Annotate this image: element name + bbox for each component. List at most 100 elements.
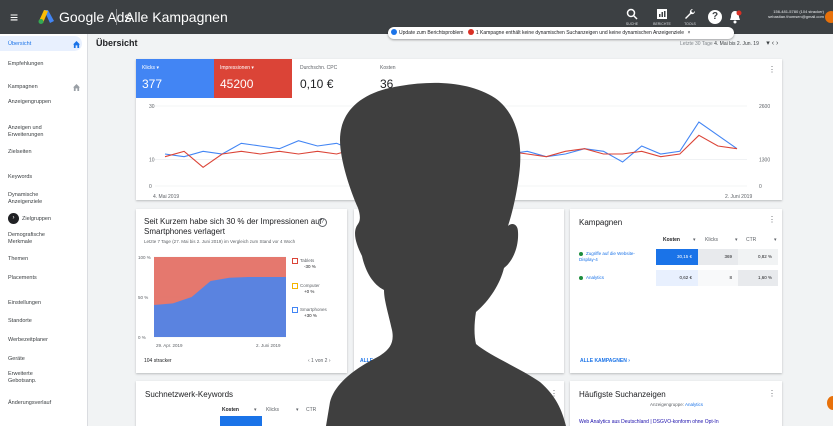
sidebar-item-topics[interactable]: Themen xyxy=(8,256,84,263)
metric-cost[interactable]: Kosten 36 xyxy=(374,59,452,98)
date-range-year: 19 xyxy=(753,41,759,47)
sidebar-item-label: Kampagnen xyxy=(8,84,38,90)
legend-label: Smartphones xyxy=(300,307,327,313)
metric-label: Klicks ▾ xyxy=(142,65,159,71)
card-subtitle: Letzte 7 Tage (27. Mai bis 2. Juni 2019)… xyxy=(144,239,296,244)
y-tick-right: 0 xyxy=(759,184,762,190)
home-icon xyxy=(73,84,80,91)
sidebar-item-placements[interactable]: Placements xyxy=(8,275,84,282)
sidebar-item-overview[interactable]: Übersicht xyxy=(8,41,84,48)
sidebar-item-dynamic-ad-targets[interactable]: Dynamische Anzeigenziele xyxy=(8,192,63,205)
legend-computer: Computer +0 % xyxy=(292,283,320,295)
more-options-icon[interactable]: ⋮ xyxy=(768,389,776,398)
sidebar-item-label: Geräte xyxy=(8,356,25,362)
column-clicks[interactable]: Klicks xyxy=(266,407,279,413)
legend-swatch xyxy=(292,307,298,313)
sort-icon[interactable]: ▾ xyxy=(735,237,738,243)
avatar[interactable] xyxy=(825,11,833,23)
sidebar-item-landing-pages[interactable]: Zielseiten xyxy=(8,149,84,156)
google-ads-logo-icon[interactable] xyxy=(38,10,54,24)
sort-icon[interactable]: ▾ xyxy=(254,407,257,413)
notification-campaign-warning[interactable]: 1 Kampagne enthält keine dynamischen Suc… xyxy=(476,30,684,36)
clicks-cell: 8 xyxy=(698,270,738,286)
sidebar-item-ads-extensions[interactable]: Anzeigen und Erweiterungen xyxy=(8,125,63,138)
more-options-icon[interactable]: ⋮ xyxy=(768,65,776,74)
campaign-link[interactable]: Analytics xyxy=(579,275,649,281)
more-options-icon[interactable]: ⋮ xyxy=(550,389,558,398)
sidebar-item-change-history[interactable]: Änderungsverlauf xyxy=(8,400,84,407)
campaign-link[interactable]: Zugriffe auf die Website-Display-4 xyxy=(579,251,649,262)
help-icon[interactable]: ? xyxy=(708,10,722,24)
all-campaigns-link[interactable]: ALLE KAMPAGNEN › xyxy=(580,358,630,364)
notification-report-issue[interactable]: Update zum Berichtsproblem xyxy=(399,30,463,36)
sort-icon[interactable]: ▾ xyxy=(693,237,696,243)
cost-cell: 30,15 € xyxy=(656,249,698,265)
collapse-sidebar-button[interactable]: › xyxy=(8,213,19,224)
date-range-value: 4. Mai bis 2. Jun. xyxy=(714,41,752,47)
sidebar-item-label: Zielgruppen xyxy=(22,216,52,222)
bell-icon[interactable] xyxy=(728,10,742,24)
sidebar-item-label: Erweiterte Gebotsanp. xyxy=(8,371,37,384)
tools-button[interactable]: TOOLS xyxy=(673,8,707,26)
column-ctr[interactable]: CTR xyxy=(746,237,756,243)
sort-icon[interactable]: ▾ xyxy=(296,407,299,413)
card-pager[interactable]: ‹ 1 von 2 › xyxy=(308,358,331,364)
page-title: Übersicht xyxy=(96,38,138,48)
top-search-ads-card: Häufigste Suchanzeigen ⋮ Anzeigengruppe:… xyxy=(570,381,782,426)
sidebar-item-locations[interactable]: Standorte xyxy=(8,318,84,325)
ad-group-link[interactable]: Analytics xyxy=(685,402,703,407)
sidebar-item-audiences[interactable]: Zielgruppen xyxy=(22,216,98,223)
more-options-icon[interactable]: ⋮ xyxy=(333,389,341,398)
search-button[interactable]: SUCHE xyxy=(615,8,649,26)
metric-value: 45200 xyxy=(220,77,254,91)
x-tick-start: 4. Mai 2019 xyxy=(153,194,179,200)
middle-card-link[interactable]: ALLE xyxy=(360,358,373,364)
sidebar-item-advanced-bid-adj[interactable]: Erweiterte Gebotsanp. xyxy=(8,371,58,384)
account-info[interactable]: 156-481-5780 (104 stracker) sebastian.th… xyxy=(748,9,824,19)
status-enabled-icon xyxy=(579,275,583,280)
ad-headline-link[interactable]: Web Analytics aus Deutschland | DSGVO-ko… xyxy=(579,419,719,425)
card-title: Häufigste Suchanzeigen xyxy=(579,390,666,399)
help-icon[interactable]: ? xyxy=(318,218,327,227)
card-title: Kampagnen xyxy=(579,218,623,227)
report-icon xyxy=(657,9,667,19)
floating-action-button[interactable] xyxy=(827,396,833,410)
sort-icon[interactable]: ▾ xyxy=(336,407,339,413)
more-options-icon[interactable]: ⋮ xyxy=(768,215,776,224)
legend-swatch xyxy=(292,283,298,289)
sidebar-item-ad-schedule[interactable]: Werbezeitplaner xyxy=(8,337,84,344)
date-nav-arrows[interactable]: ▾ ‹ › xyxy=(766,40,778,47)
metric-impressions[interactable]: Impressionen ▾ 45200 xyxy=(214,59,292,98)
sidebar-item-keywords[interactable]: Keywords xyxy=(8,174,84,181)
sidebar-item-label: Empfehlungen xyxy=(8,61,44,67)
column-ctr[interactable]: CTR xyxy=(306,407,316,413)
sidebar-item-ad-groups[interactable]: Anzeigengruppen xyxy=(8,99,84,106)
metric-label: Kosten xyxy=(380,65,396,71)
wrench-icon xyxy=(685,8,696,19)
sidebar-item-demographics[interactable]: Demografische Merkmale xyxy=(8,232,63,245)
close-icon[interactable]: × xyxy=(687,30,690,36)
sidebar-item-campaigns[interactable]: Kampagnen xyxy=(8,84,84,91)
sidebar-item-recommendations[interactable]: Empfehlungen xyxy=(8,61,84,68)
metric-avg-cpc[interactable]: Durchschn. CPC 0,10 € xyxy=(294,59,372,98)
card-footer-account: 104 stracker xyxy=(144,358,172,364)
y-tick-left: 0 xyxy=(149,184,152,190)
ctr-cell: 1,60 % xyxy=(738,270,778,286)
account-email: sebastian.thomsen@gmail.com xyxy=(768,14,824,19)
menu-icon[interactable]: ≡ xyxy=(10,10,18,24)
date-range-picker[interactable]: Letzte 30 Tage 4. Mai bis 2. Jun. 19 ▾ ‹… xyxy=(680,39,778,47)
column-cost[interactable]: Kosten xyxy=(663,237,680,243)
sidebar-item-settings[interactable]: Einstellungen xyxy=(8,300,84,307)
card-title: Su xyxy=(363,390,373,399)
sidebar-item-label: Themen xyxy=(8,256,29,262)
column-clicks[interactable]: Klicks xyxy=(705,237,718,243)
search-keywords-card: Suchnetzwerk-Keywords ⋮ Kosten ▾ Klicks … xyxy=(136,381,347,426)
column-cost[interactable]: Kosten xyxy=(222,407,239,413)
metric-clicks[interactable]: Klicks ▾ 377 xyxy=(136,59,214,98)
metric-value: 377 xyxy=(142,77,163,91)
sort-icon[interactable]: ▾ xyxy=(774,237,777,243)
series-line xyxy=(164,121,738,166)
metric-value: 36 xyxy=(380,77,394,91)
sidebar-item-label: Placements xyxy=(8,275,37,281)
sidebar-item-devices[interactable]: Geräte xyxy=(8,356,84,363)
